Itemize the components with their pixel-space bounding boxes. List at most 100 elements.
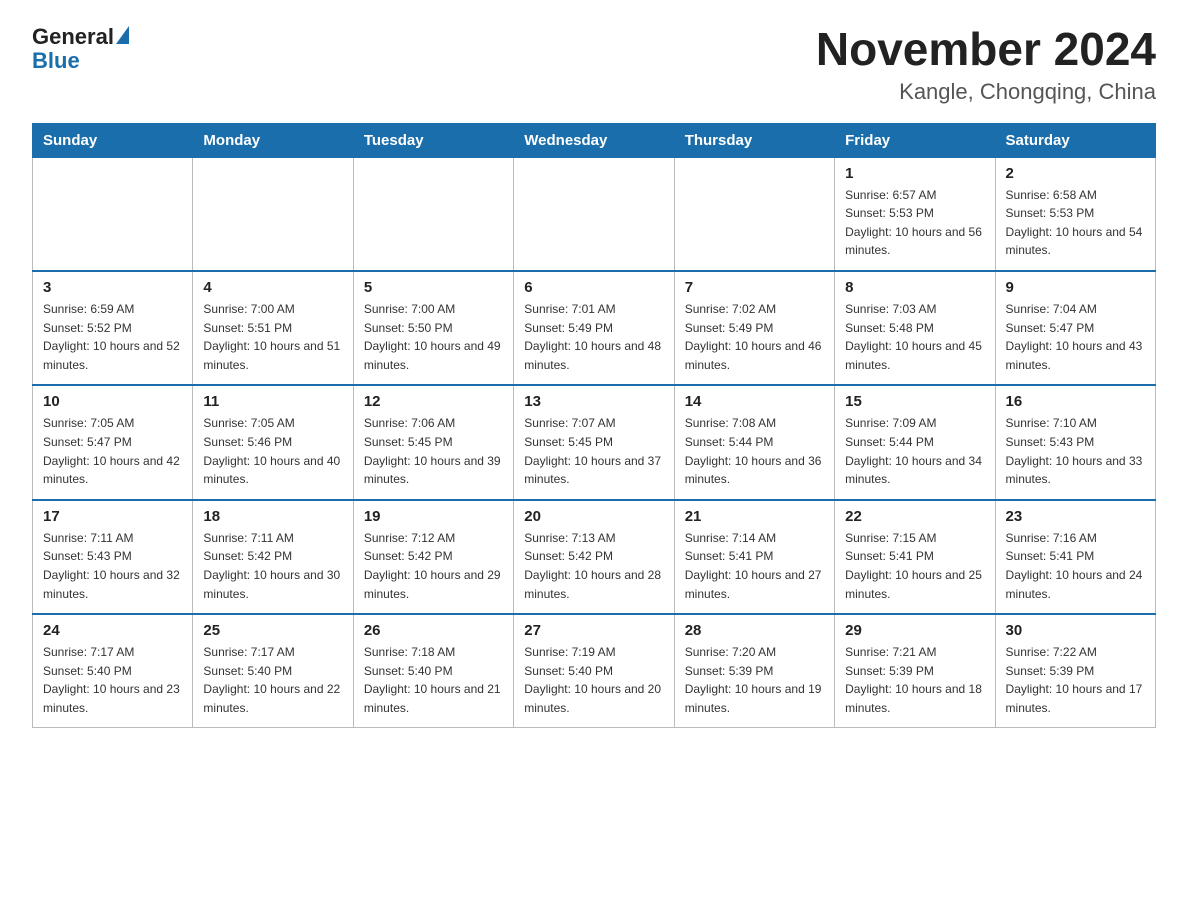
day-number: 30 (1006, 622, 1145, 639)
calendar-cell: 14Sunrise: 7:08 AM Sunset: 5:44 PM Dayli… (674, 385, 834, 499)
logo-top: General (32, 24, 129, 50)
calendar-day-header: Friday (835, 123, 995, 157)
calendar-header-row: SundayMondayTuesdayWednesdayThursdayFrid… (33, 123, 1156, 157)
calendar-week-row: 17 Sunrise: 7:11 AM Sunset: 5:43 PM Dayli… (33, 500, 1156, 614)
calendar-cell: 9 Sunrise: 7:04 AM Sunset: 5:47 PM Daylig… (995, 271, 1155, 385)
calendar-day-header: Sunday (33, 123, 193, 157)
calendar-week-row: 10 Sunrise: 7:05 AM Sunset: 5:47 PM Dayli… (33, 385, 1156, 499)
calendar-cell: 8Sunrise: 7:03 AM Sunset: 5:48 PM Daylig… (835, 271, 995, 385)
day-info: Sunrise: 7:04 AM Sunset: 5:47 PM Dayligh… (1006, 300, 1145, 374)
day-number: 1 (845, 165, 984, 182)
day-info: Sunrise: 6:59 AM Sunset: 5:52 PM Dayligh… (43, 300, 182, 374)
day-info: Sunrise: 7:07 AM Sunset: 5:45 PM Dayligh… (524, 414, 663, 488)
page-header: General Blue November 2024 Kangle, Chong… (32, 24, 1156, 105)
day-info: Sunrise: 7:20 AM Sunset: 5:39 PM Dayligh… (685, 643, 824, 717)
day-info: Sunrise: 7:00 AM Sunset: 5:51 PM Dayligh… (203, 300, 342, 374)
day-number: 8 (845, 279, 984, 296)
day-number: 22 (845, 508, 984, 525)
day-info: Sunrise: 7:11 AM Sunset: 5:43 PM Dayligh… (43, 529, 182, 603)
day-info: Sunrise: 7:05 AM Sunset: 5:47 PM Dayligh… (43, 414, 182, 488)
logo-triangle-icon (116, 26, 129, 44)
calendar-cell: 16Sunrise: 7:10 AM Sunset: 5:43 PM Dayli… (995, 385, 1155, 499)
calendar-cell: 19Sunrise: 7:12 AM Sunset: 5:42 PM Dayli… (353, 500, 513, 614)
day-number: 21 (685, 508, 824, 525)
calendar-cell: 15 Sunrise: 7:09 AM Sunset: 5:44 PM Dayli… (835, 385, 995, 499)
day-info: Sunrise: 7:08 AM Sunset: 5:44 PM Dayligh… (685, 414, 824, 488)
day-number: 9 (1006, 279, 1145, 296)
day-number: 5 (364, 279, 503, 296)
day-info: Sunrise: 7:17 AM Sunset: 5:40 PM Dayligh… (43, 643, 182, 717)
calendar-cell: 26 Sunrise: 7:18 AM Sunset: 5:40 PM Dayli… (353, 614, 513, 728)
calendar-table: SundayMondayTuesdayWednesdayThursdayFrid… (32, 123, 1156, 729)
day-number: 28 (685, 622, 824, 639)
calendar-week-row: 3 Sunrise: 6:59 AM Sunset: 5:52 PM Daylig… (33, 271, 1156, 385)
logo-general-text: General (32, 24, 114, 50)
day-number: 4 (203, 279, 342, 296)
day-info: Sunrise: 7:09 AM Sunset: 5:44 PM Dayligh… (845, 414, 984, 488)
day-number: 13 (524, 393, 663, 410)
day-number: 25 (203, 622, 342, 639)
calendar-cell: 13 Sunrise: 7:07 AM Sunset: 5:45 PM Dayli… (514, 385, 674, 499)
calendar-cell: 6 Sunrise: 7:01 AM Sunset: 5:49 PM Daylig… (514, 271, 674, 385)
day-info: Sunrise: 7:14 AM Sunset: 5:41 PM Dayligh… (685, 529, 824, 603)
day-info: Sunrise: 6:58 AM Sunset: 5:53 PM Dayligh… (1006, 186, 1145, 260)
day-number: 26 (364, 622, 503, 639)
calendar-cell: 27 Sunrise: 7:19 AM Sunset: 5:40 PM Dayli… (514, 614, 674, 728)
day-number: 15 (845, 393, 984, 410)
calendar-cell: 21 Sunrise: 7:14 AM Sunset: 5:41 PM Dayli… (674, 500, 834, 614)
calendar-cell: 2 Sunrise: 6:58 AM Sunset: 5:53 PM Daylig… (995, 157, 1155, 271)
calendar-day-header: Saturday (995, 123, 1155, 157)
day-info: Sunrise: 7:15 AM Sunset: 5:41 PM Dayligh… (845, 529, 984, 603)
day-number: 2 (1006, 165, 1145, 182)
calendar-subtitle: Kangle, Chongqing, China (816, 79, 1156, 105)
day-info: Sunrise: 7:11 AM Sunset: 5:42 PM Dayligh… (203, 529, 342, 603)
calendar-cell: 7 Sunrise: 7:02 AM Sunset: 5:49 PM Daylig… (674, 271, 834, 385)
calendar-cell: 18 Sunrise: 7:11 AM Sunset: 5:42 PM Dayli… (193, 500, 353, 614)
day-number: 17 (43, 508, 182, 525)
day-info: Sunrise: 7:19 AM Sunset: 5:40 PM Dayligh… (524, 643, 663, 717)
day-number: 29 (845, 622, 984, 639)
logo-blue-text: Blue (32, 48, 80, 74)
calendar-cell: 12Sunrise: 7:06 AM Sunset: 5:45 PM Dayli… (353, 385, 513, 499)
calendar-cell: 4 Sunrise: 7:00 AM Sunset: 5:51 PM Daylig… (193, 271, 353, 385)
calendar-cell: 10 Sunrise: 7:05 AM Sunset: 5:47 PM Dayli… (33, 385, 193, 499)
day-number: 18 (203, 508, 342, 525)
day-info: Sunrise: 7:00 AM Sunset: 5:50 PM Dayligh… (364, 300, 503, 374)
calendar-cell: 17 Sunrise: 7:11 AM Sunset: 5:43 PM Dayli… (33, 500, 193, 614)
calendar-cell (33, 157, 193, 271)
calendar-cell: 20Sunrise: 7:13 AM Sunset: 5:42 PM Dayli… (514, 500, 674, 614)
day-info: Sunrise: 7:02 AM Sunset: 5:49 PM Dayligh… (685, 300, 824, 374)
day-info: Sunrise: 7:05 AM Sunset: 5:46 PM Dayligh… (203, 414, 342, 488)
calendar-cell (514, 157, 674, 271)
day-number: 3 (43, 279, 182, 296)
day-number: 7 (685, 279, 824, 296)
calendar-cell: 24 Sunrise: 7:17 AM Sunset: 5:40 PM Dayli… (33, 614, 193, 728)
day-number: 16 (1006, 393, 1145, 410)
calendar-cell (193, 157, 353, 271)
day-info: Sunrise: 7:18 AM Sunset: 5:40 PM Dayligh… (364, 643, 503, 717)
day-number: 20 (524, 508, 663, 525)
calendar-day-header: Tuesday (353, 123, 513, 157)
calendar-cell: 30Sunrise: 7:22 AM Sunset: 5:39 PM Dayli… (995, 614, 1155, 728)
day-number: 27 (524, 622, 663, 639)
calendar-cell: 3 Sunrise: 6:59 AM Sunset: 5:52 PM Daylig… (33, 271, 193, 385)
day-number: 23 (1006, 508, 1145, 525)
day-info: Sunrise: 7:21 AM Sunset: 5:39 PM Dayligh… (845, 643, 984, 717)
calendar-day-header: Thursday (674, 123, 834, 157)
calendar-cell: 1Sunrise: 6:57 AM Sunset: 5:53 PM Daylig… (835, 157, 995, 271)
calendar-cell: 25 Sunrise: 7:17 AM Sunset: 5:40 PM Dayli… (193, 614, 353, 728)
day-info: Sunrise: 7:01 AM Sunset: 5:49 PM Dayligh… (524, 300, 663, 374)
calendar-cell: 29 Sunrise: 7:21 AM Sunset: 5:39 PM Dayli… (835, 614, 995, 728)
calendar-cell (353, 157, 513, 271)
calendar-week-row: 24 Sunrise: 7:17 AM Sunset: 5:40 PM Dayli… (33, 614, 1156, 728)
calendar-day-header: Wednesday (514, 123, 674, 157)
day-number: 10 (43, 393, 182, 410)
title-area: November 2024 Kangle, Chongqing, China (816, 24, 1156, 105)
day-number: 6 (524, 279, 663, 296)
calendar-cell: 11Sunrise: 7:05 AM Sunset: 5:46 PM Dayli… (193, 385, 353, 499)
day-number: 24 (43, 622, 182, 639)
day-info: Sunrise: 7:17 AM Sunset: 5:40 PM Dayligh… (203, 643, 342, 717)
calendar-cell (674, 157, 834, 271)
calendar-cell: 28 Sunrise: 7:20 AM Sunset: 5:39 PM Dayli… (674, 614, 834, 728)
day-info: Sunrise: 7:16 AM Sunset: 5:41 PM Dayligh… (1006, 529, 1145, 603)
